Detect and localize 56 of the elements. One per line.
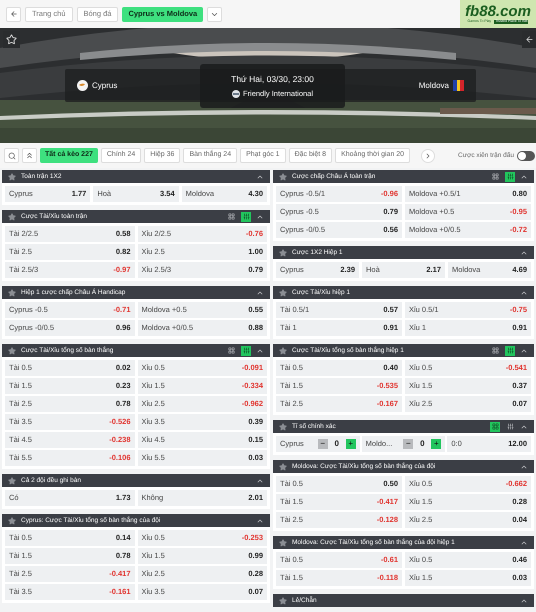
grid-view-button[interactable] [226,212,236,222]
sliders-icon [506,347,514,354]
grid-view-button[interactable] [490,346,500,356]
increase-button[interactable]: + [346,439,356,449]
star-icon[interactable] [279,422,287,430]
star-icon[interactable] [279,172,287,180]
grid-view-button[interactable] [226,346,236,356]
back-arrow-icon [10,10,18,18]
score-value: 0 [333,438,340,450]
star-icon[interactable] [279,288,287,296]
match-datetime: Thứ Hai, 03/30, 23:00 [231,72,314,86]
increase-button[interactable]: + [431,439,442,449]
star-icon[interactable] [279,596,287,604]
grid-icon [492,173,498,180]
grid-view-button[interactable] [490,172,500,182]
sliders-icon [242,347,250,354]
back-button[interactable] [6,6,21,22]
star-icon[interactable] [279,346,287,354]
double-chevron-up-icon [25,151,34,160]
back-arrow-icon [524,35,534,44]
star-icon[interactable] [8,172,16,180]
decrease-button[interactable]: − [318,439,328,449]
sliders-icon [506,423,514,430]
star-icon[interactable] [8,476,16,484]
team-flag-icon [77,80,88,91]
star-icon[interactable] [279,538,287,546]
list-view-button[interactable] [505,172,515,182]
grid-icon [228,347,234,354]
list-view-button[interactable] [505,346,515,356]
dropdown-button[interactable] [207,6,222,22]
grid-icon [228,213,234,220]
decrease-button[interactable]: − [403,439,414,449]
sliders-icon [506,173,514,180]
collapse-all-button[interactable] [22,148,37,163]
star-icon[interactable] [279,248,287,256]
sliders-icon [242,213,250,220]
star-icon[interactable] [8,212,16,220]
list-view-button[interactable] [241,346,251,356]
grid-icon [492,347,498,354]
star-icon[interactable] [8,516,16,524]
star-icon[interactable] [279,462,287,470]
grid-view-button[interactable] [490,422,500,432]
home-team: Cyprus [92,80,118,92]
team-flag-icon [453,80,464,91]
star-icon [6,34,17,45]
away-team: Moldova [418,80,449,92]
score-value: 0 [419,438,426,450]
parlay-switch[interactable] [517,150,535,160]
list-view-button[interactable] [241,212,251,222]
star-icon[interactable] [8,346,16,354]
star-icon[interactable] [8,288,16,296]
logo-text: fb88.com [465,4,531,20]
list-view-button[interactable] [505,422,515,432]
search-button[interactable] [4,148,19,163]
search-icon [8,152,16,160]
grid-icon [492,423,498,430]
